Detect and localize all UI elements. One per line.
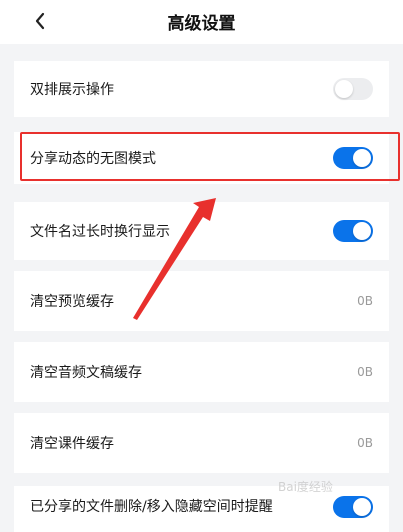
setting-row-no-image-mode: 分享动态的无图模式 [14,132,389,184]
toggle-knob [353,498,371,516]
cache-size: 0B [357,436,373,450]
page-title: 高级设置 [167,14,236,34]
setting-row-clear-audio-cache[interactable]: 清空音频文稿缓存 0B [14,342,389,402]
setting-label: 清空预览缓存 [30,294,114,310]
setting-label: 文件名过长时换行显示 [30,224,170,240]
shared-file-reminder-toggle[interactable] [333,496,373,518]
setting-label: 清空课件缓存 [30,436,114,452]
setting-row-double-column: 双排展示操作 [14,61,389,117]
cache-size: 0B [357,294,373,308]
setting-label: 分享动态的无图模式 [30,151,156,167]
setting-label: 已分享的文件删除/移入隐藏空间时提醒 [30,499,273,515]
setting-row-shared-file-reminder: 已分享的文件删除/移入隐藏空间时提醒 [14,486,389,532]
toggle-knob [353,222,371,240]
setting-row-clear-courseware-cache[interactable]: 清空课件缓存 0B [14,413,389,473]
toggle-knob [335,80,353,98]
cache-size: 0B [357,365,373,379]
no-image-mode-toggle[interactable] [333,147,373,169]
header: 高级设置 [0,0,403,44]
setting-label: 清空音频文稿缓存 [30,365,142,381]
setting-label: 双排展示操作 [30,82,114,98]
setting-row-wrap-filename: 文件名过长时换行显示 [14,202,389,260]
toggle-knob [353,149,371,167]
double-column-toggle[interactable] [333,78,373,100]
setting-row-clear-preview-cache[interactable]: 清空预览缓存 0B [14,271,389,331]
wrap-filename-toggle[interactable] [333,220,373,242]
